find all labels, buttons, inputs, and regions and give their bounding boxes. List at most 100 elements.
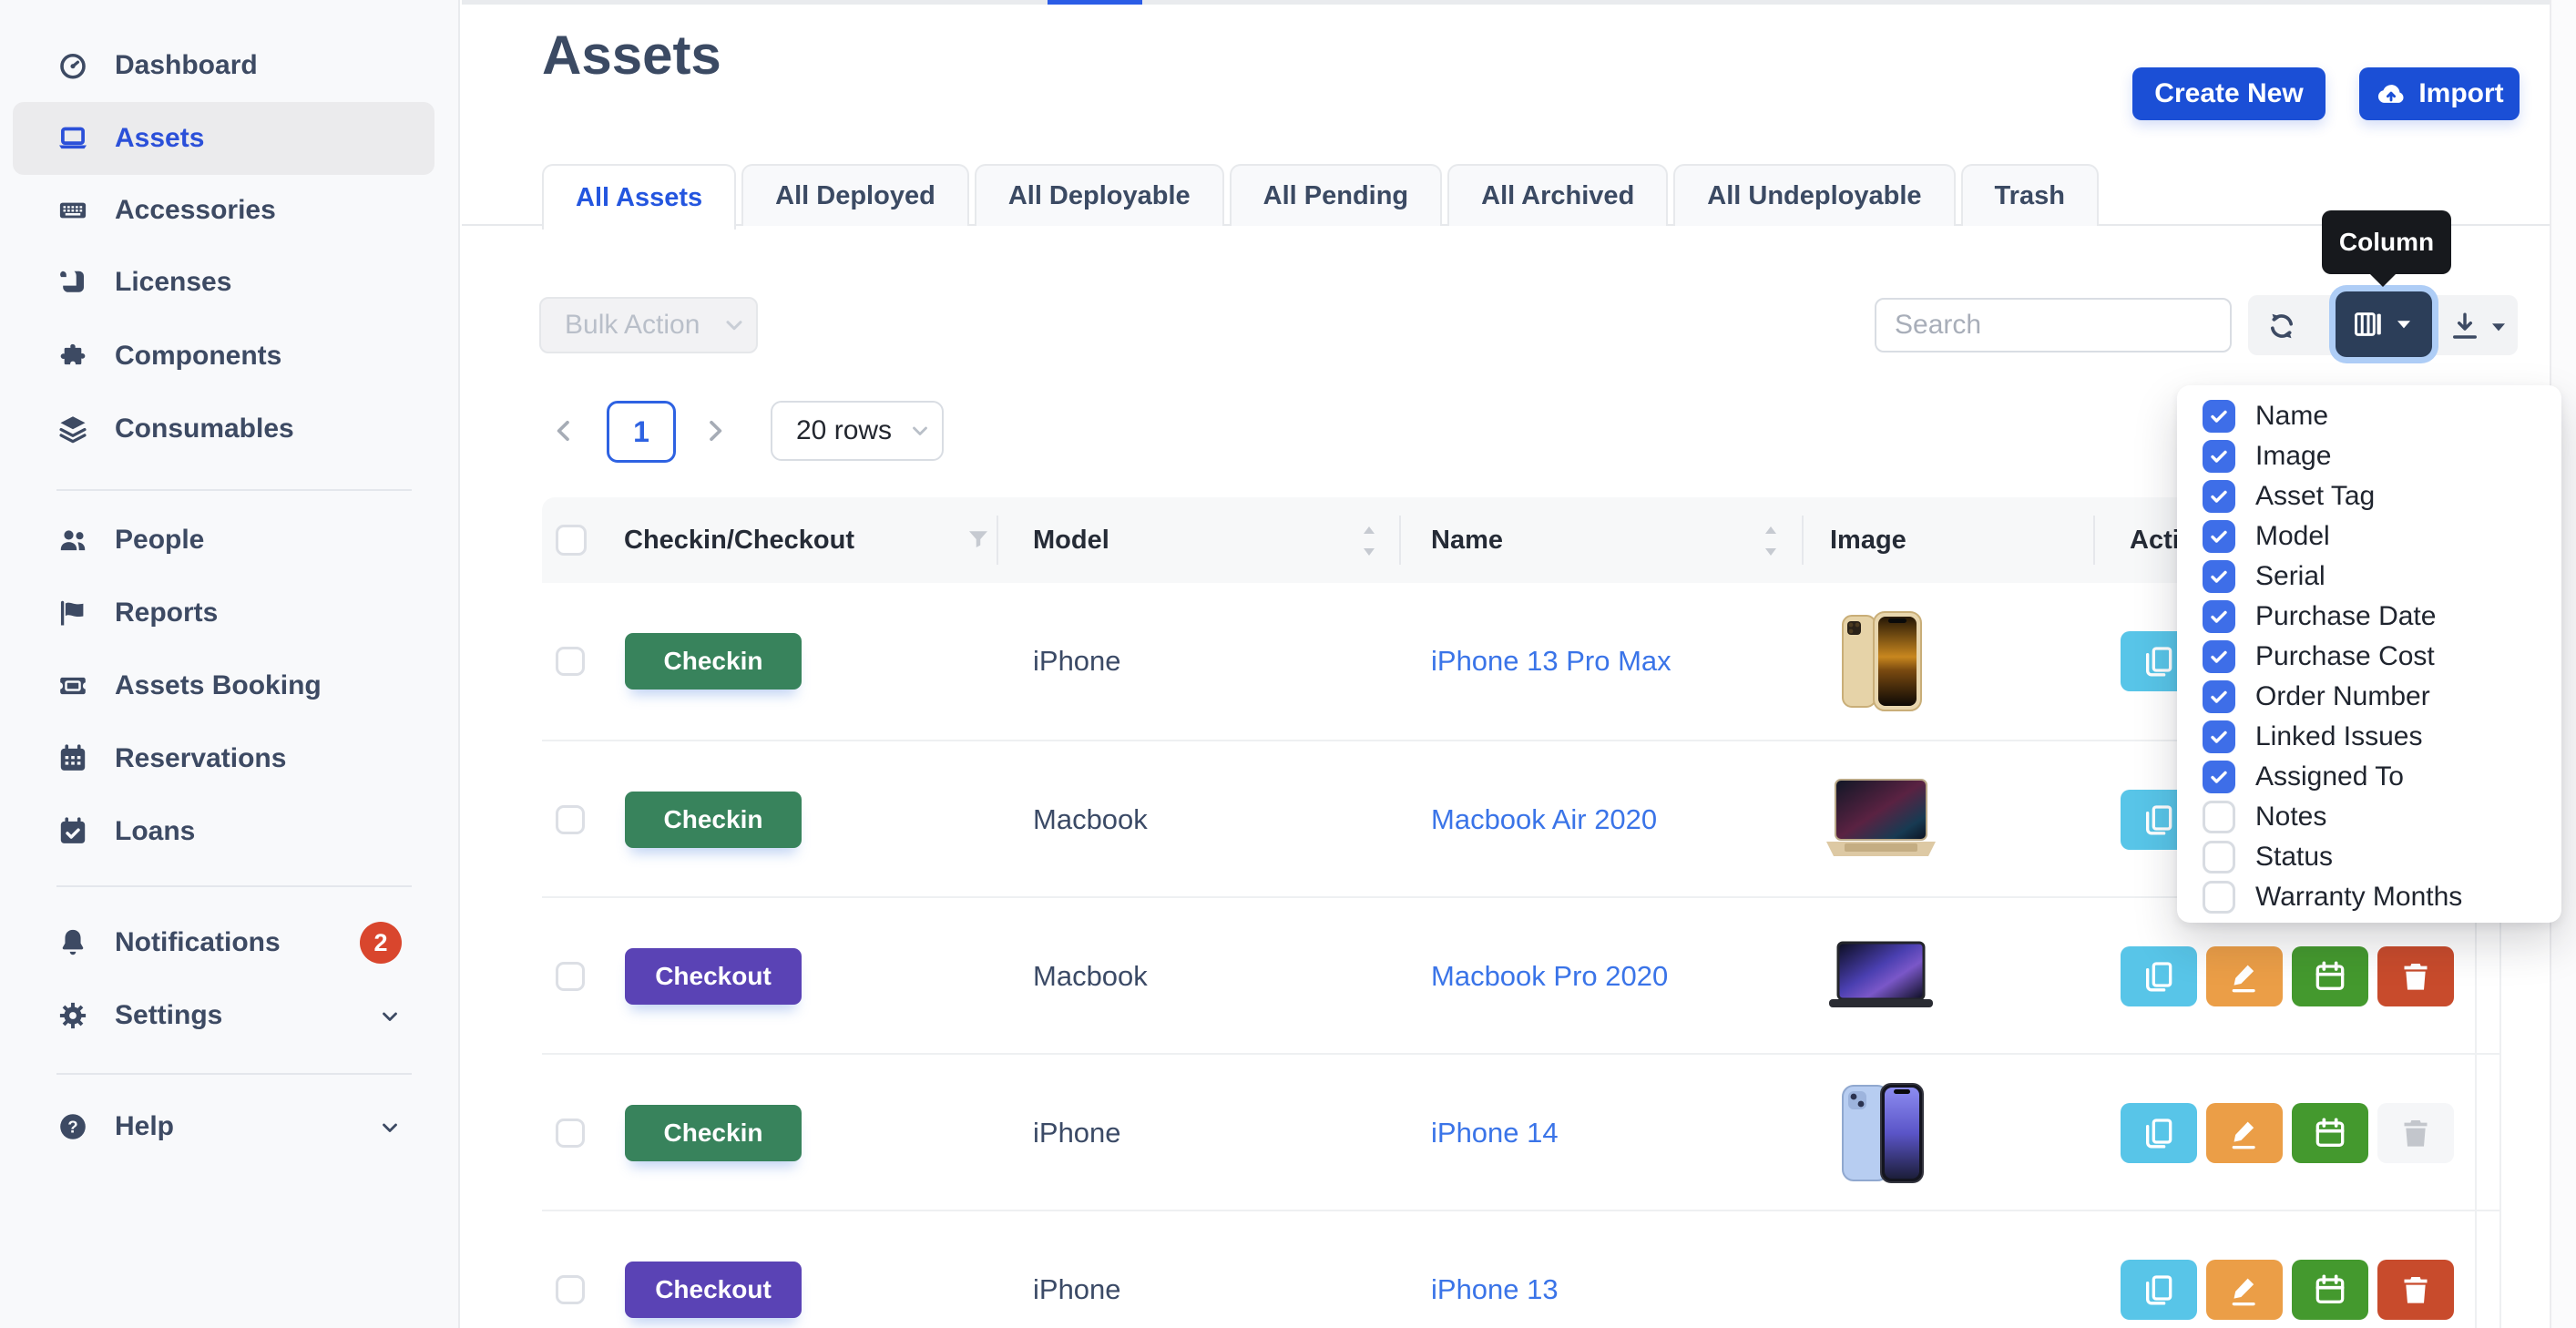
sort-icon[interactable] — [1357, 523, 1381, 559]
column-picker-button[interactable] — [2336, 291, 2432, 357]
column-menu-item-order-number[interactable]: Order Number — [2177, 677, 2561, 717]
column-menu-item-linked-issues[interactable]: Linked Issues — [2177, 717, 2561, 757]
row-checkbox[interactable] — [556, 1119, 585, 1148]
export-icon[interactable] — [2448, 310, 2481, 342]
column-menu-item-asset-tag[interactable]: Asset Tag — [2177, 476, 2561, 516]
select-all-checkbox[interactable] — [556, 525, 587, 556]
checkbox-icon[interactable] — [2203, 801, 2235, 833]
row-checkbox[interactable] — [556, 962, 585, 991]
prev-page-icon[interactable] — [548, 415, 579, 446]
column-menu-item-purchase-date[interactable]: Purchase Date — [2177, 597, 2561, 637]
column-header-image[interactable]: Image — [1830, 497, 1906, 583]
edit-action-button[interactable] — [2206, 1103, 2283, 1163]
asset-image-iphone-13-pro-max[interactable] — [1813, 583, 1949, 740]
tab-all-deployable[interactable]: All Deployable — [975, 164, 1224, 226]
page-size-select[interactable]: 20 rows — [771, 401, 944, 461]
create-new-button[interactable]: Create New — [2132, 67, 2326, 120]
column-header-checkin-checkout[interactable]: Checkin/Checkout — [624, 497, 854, 583]
name-link[interactable]: Macbook Air 2020 — [1431, 741, 1657, 898]
sidebar-item-reservations[interactable]: Reservations — [13, 722, 434, 795]
checkbox-icon[interactable] — [2203, 640, 2235, 673]
column-menu-item-purchase-cost[interactable]: Purchase Cost — [2177, 637, 2561, 677]
sidebar-item-accessories[interactable]: Accessories — [13, 174, 434, 247]
edit-action-button[interactable] — [2206, 946, 2283, 1006]
checkbox-icon[interactable] — [2203, 680, 2235, 713]
name-link[interactable]: Macbook Pro 2020 — [1431, 898, 1668, 1055]
tab-trash[interactable]: Trash — [1961, 164, 2099, 226]
checkin-checkout-button[interactable]: Checkin — [625, 633, 802, 690]
row-checkbox[interactable] — [556, 1275, 585, 1304]
sidebar-item-notifications[interactable]: Notifications 2 — [13, 906, 434, 979]
sidebar-item-assets-booking[interactable]: Assets Booking — [13, 649, 434, 722]
export-caret-down-icon[interactable] — [2487, 315, 2510, 339]
checkbox-icon[interactable] — [2203, 400, 2235, 433]
sidebar-item-consumables[interactable]: Consumables — [13, 393, 434, 465]
checkbox-icon[interactable] — [2203, 761, 2235, 793]
name-link[interactable]: iPhone 14 — [1431, 1055, 1559, 1211]
tab-all-archived[interactable]: All Archived — [1447, 164, 1668, 226]
import-button[interactable]: Import — [2359, 67, 2520, 120]
filter-icon[interactable] — [965, 526, 992, 553]
column-menu-item-assigned-to[interactable]: Assigned To — [2177, 757, 2561, 797]
sidebar-item-settings[interactable]: Settings — [13, 979, 434, 1052]
row-checkbox[interactable] — [556, 647, 585, 676]
checkin-checkout-button[interactable]: Checkout — [625, 948, 802, 1005]
tab-all-deployed[interactable]: All Deployed — [741, 164, 969, 226]
next-page-icon[interactable] — [700, 415, 731, 446]
bulk-action-dropdown[interactable]: Bulk Action — [539, 297, 758, 353]
checkbox-icon[interactable] — [2203, 480, 2235, 513]
name-link[interactable]: iPhone 13 — [1431, 1211, 1559, 1328]
checkbox-icon[interactable] — [2203, 600, 2235, 633]
asset-image-macbook-air[interactable] — [1813, 741, 1949, 898]
checkbox-icon[interactable] — [2203, 440, 2235, 473]
search-input[interactable] — [1875, 298, 2232, 352]
sidebar-item-reports[interactable]: Reports — [13, 577, 434, 649]
column-menu-item-notes[interactable]: Notes — [2177, 797, 2561, 837]
asset-image-macbook-pro[interactable] — [1813, 898, 1949, 1055]
copy-action-button[interactable] — [2121, 1103, 2197, 1163]
checkbox-icon[interactable] — [2203, 881, 2235, 914]
checkbox-icon[interactable] — [2203, 560, 2235, 593]
sidebar-item-loans[interactable]: Loans — [13, 795, 434, 868]
tab-all-undeployable[interactable]: All Undeployable — [1673, 164, 1955, 226]
tab-all-pending[interactable]: All Pending — [1230, 164, 1443, 226]
page-number-button[interactable]: 1 — [607, 401, 676, 463]
calendar-action-button[interactable] — [2292, 1103, 2368, 1163]
tab-all-assets[interactable]: All Assets — [542, 164, 736, 230]
delete-action-button[interactable] — [2377, 1260, 2454, 1320]
sidebar-item-help[interactable]: Help — [13, 1090, 434, 1163]
column-menu-item-serial[interactable]: Serial — [2177, 557, 2561, 597]
column-menu-item-name[interactable]: Name — [2177, 396, 2561, 436]
refresh-icon[interactable] — [2265, 310, 2298, 342]
row-checkbox[interactable] — [556, 805, 585, 834]
checkin-checkout-button[interactable]: Checkin — [625, 1105, 802, 1161]
name-link[interactable]: iPhone 13 Pro Max — [1431, 583, 1671, 740]
column-menu-item-status[interactable]: Status — [2177, 837, 2561, 877]
delete-action-button-disabled[interactable] — [2377, 1103, 2454, 1163]
sidebar-item-components[interactable]: Components — [13, 320, 434, 393]
sidebar-item-assets[interactable]: Assets — [13, 102, 434, 175]
checkin-checkout-button[interactable]: Checkout — [625, 1262, 802, 1318]
column-menu-item-model[interactable]: Model — [2177, 516, 2561, 557]
asset-image-iphone-14[interactable] — [1813, 1055, 1949, 1211]
checkbox-icon[interactable] — [2203, 520, 2235, 553]
calendar-action-button[interactable] — [2292, 1260, 2368, 1320]
column-header-model[interactable]: Model — [1033, 497, 1109, 583]
checkbox-icon[interactable] — [2203, 841, 2235, 873]
sidebar-item-licenses[interactable]: Licenses — [13, 246, 434, 319]
edit-action-button[interactable] — [2206, 1260, 2283, 1320]
sidebar-item-people[interactable]: People — [13, 504, 434, 577]
column-menu-item-image[interactable]: Image — [2177, 436, 2561, 476]
create-new-label: Create New — [2154, 78, 2303, 109]
checkbox-icon[interactable] — [2203, 720, 2235, 753]
sidebar-item-dashboard[interactable]: Dashboard — [13, 29, 434, 102]
sort-icon[interactable] — [1759, 523, 1783, 559]
column-menu-item-warranty-months[interactable]: Warranty Months — [2177, 877, 2561, 917]
checkin-checkout-button[interactable]: Checkin — [625, 792, 802, 848]
copy-action-button[interactable] — [2121, 946, 2197, 1006]
column-header-name[interactable]: Name — [1431, 497, 1503, 583]
calendar-action-button[interactable] — [2292, 946, 2368, 1006]
pencil-icon — [2226, 1115, 2263, 1151]
copy-action-button[interactable] — [2121, 1260, 2197, 1320]
delete-action-button[interactable] — [2377, 946, 2454, 1006]
